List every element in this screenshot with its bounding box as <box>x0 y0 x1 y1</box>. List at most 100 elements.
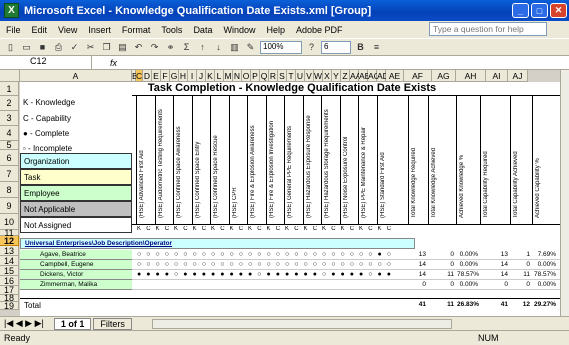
sheet-tab-1of1[interactable]: 1 of 1 <box>53 317 92 330</box>
column-header-ai[interactable]: AI <box>486 70 508 82</box>
maximize-button[interactable]: □ <box>531 3 548 18</box>
fx-icon[interactable]: fx <box>110 58 117 68</box>
hyperlink-icon[interactable]: ⚭ <box>164 41 177 54</box>
copy-icon[interactable]: ❐ <box>100 41 113 54</box>
row-header-9[interactable]: 9 <box>0 198 19 214</box>
column-header-z[interactable]: Z <box>341 70 350 82</box>
column-header-t[interactable]: T <box>287 70 296 82</box>
column-header-af[interactable]: AF <box>404 70 432 82</box>
name-box[interactable]: C12 <box>0 56 92 69</box>
paste-icon[interactable]: ▤ <box>116 41 129 54</box>
chart-icon[interactable]: ▥ <box>228 41 241 54</box>
zoom-select[interactable]: 100% <box>260 40 302 54</box>
column-header-p[interactable]: P <box>251 70 260 82</box>
column-header-ah[interactable]: AH <box>456 70 486 82</box>
column-header-o[interactable]: O <box>242 70 251 82</box>
row-header-14[interactable]: 14 <box>0 256 19 266</box>
row-header-4[interactable]: 4 <box>0 126 19 141</box>
column-header-f[interactable]: F <box>161 70 170 82</box>
column-header-d[interactable]: D <box>143 70 152 82</box>
column-header-ac[interactable]: AC <box>368 70 380 82</box>
save-icon[interactable]: ■ <box>36 41 49 54</box>
drawing-icon[interactable]: ✎ <box>244 41 257 54</box>
column-header-x[interactable]: X <box>323 70 332 82</box>
minimize-button[interactable]: _ <box>512 3 529 18</box>
row-header-13[interactable]: 13 <box>0 246 19 256</box>
new-icon[interactable]: ▯ <box>4 41 17 54</box>
column-header-a[interactable]: A <box>20 70 132 82</box>
redo-icon[interactable]: ↷ <box>148 41 161 54</box>
menu-file[interactable]: File <box>6 25 21 35</box>
menu-adobe-pdf[interactable]: Adobe PDF <box>296 25 343 35</box>
worksheet-grid[interactable]: Task Completion - Knowledge Qualificatio… <box>20 82 560 316</box>
column-header-v[interactable]: V <box>305 70 314 82</box>
column-header-ae[interactable]: AE <box>386 70 404 82</box>
column-header-j[interactable]: J <box>197 70 206 82</box>
align-icon[interactable]: ≡ <box>370 41 383 54</box>
column-header-r[interactable]: R <box>269 70 278 82</box>
row-header-8[interactable]: 8 <box>0 182 19 198</box>
column-header-ag[interactable]: AG <box>432 70 456 82</box>
tab-nav-arrows[interactable]: |◀ ◀ ▶ ▶| <box>4 318 44 329</box>
select-all-corner[interactable] <box>0 70 20 82</box>
font-size-select[interactable]: 6 <box>321 40 351 54</box>
open-icon[interactable]: ▭ <box>20 41 33 54</box>
employee-row[interactable]: Agave, Beatrice <box>20 250 132 260</box>
menu-format[interactable]: Format <box>122 25 151 35</box>
column-header-l[interactable]: L <box>215 70 224 82</box>
menu-edit[interactable]: Edit <box>32 25 48 35</box>
row-header-15[interactable]: 15 <box>0 266 19 276</box>
column-header-ab[interactable]: AB <box>359 70 370 82</box>
menu-view[interactable]: View <box>58 25 77 35</box>
menu-tools[interactable]: Tools <box>161 25 182 35</box>
bold-icon[interactable]: B <box>354 41 367 54</box>
employee-row[interactable]: Zimmerman, Malika <box>20 280 132 290</box>
column-header-ad[interactable]: AD <box>377 70 389 82</box>
column-header-k[interactable]: K <box>206 70 215 82</box>
column-header-m[interactable]: M <box>224 70 233 82</box>
row-header-5[interactable]: 5 <box>0 141 19 150</box>
column-header-g[interactable]: G <box>170 70 179 82</box>
sheet-tab-filters[interactable]: Filters <box>93 317 132 330</box>
completion-dot: ○ <box>266 261 271 268</box>
column-header-u[interactable]: U <box>296 70 305 82</box>
column-header-e[interactable]: E <box>152 70 161 82</box>
spelling-icon[interactable]: ✓ <box>68 41 81 54</box>
autosum-icon[interactable]: Σ <box>180 41 193 54</box>
row-header-2[interactable]: 2 <box>0 96 19 111</box>
horizontal-scrollbar[interactable] <box>151 318 452 329</box>
menu-data[interactable]: Data <box>193 25 212 35</box>
column-header-i[interactable]: I <box>188 70 197 82</box>
menu-help[interactable]: Help <box>266 25 285 35</box>
row-header-6[interactable]: 6 <box>0 150 19 166</box>
column-header-aa[interactable]: AA <box>350 70 361 82</box>
row-header-7[interactable]: 7 <box>0 166 19 182</box>
undo-icon[interactable]: ↶ <box>132 41 145 54</box>
employee-row[interactable]: Campbell, Eugene <box>20 260 132 270</box>
vertical-scrollbar[interactable] <box>560 70 569 316</box>
column-header-c[interactable]: C <box>136 70 143 82</box>
column-header-aj[interactable]: AJ <box>508 70 528 82</box>
column-header-w[interactable]: W <box>314 70 323 82</box>
row-header-19[interactable]: 19 <box>0 302 19 311</box>
help-search-input[interactable]: Type a question for help <box>429 22 547 36</box>
print-icon[interactable]: ⎙ <box>52 41 65 54</box>
completion-dot: ○ <box>322 251 327 258</box>
cut-icon[interactable]: ✂ <box>84 41 97 54</box>
menu-window[interactable]: Window <box>223 25 255 35</box>
column-header-q[interactable]: Q <box>260 70 269 82</box>
employee-row[interactable]: Dickens, Victor <box>20 270 132 280</box>
completion-dot: ○ <box>220 261 225 268</box>
sort-desc-icon[interactable]: ↓ <box>212 41 225 54</box>
sort-asc-icon[interactable]: ↑ <box>196 41 209 54</box>
menu-insert[interactable]: Insert <box>88 25 111 35</box>
row-header-12[interactable]: 12 <box>0 236 19 246</box>
column-header-h[interactable]: H <box>179 70 188 82</box>
help-icon[interactable]: ? <box>305 41 318 54</box>
row-header-3[interactable]: 3 <box>0 111 19 126</box>
column-header-y[interactable]: Y <box>332 70 341 82</box>
close-button[interactable]: ✕ <box>550 3 567 18</box>
column-header-s[interactable]: S <box>278 70 287 82</box>
row-header-1[interactable]: 1 <box>0 82 19 96</box>
column-header-n[interactable]: N <box>233 70 242 82</box>
